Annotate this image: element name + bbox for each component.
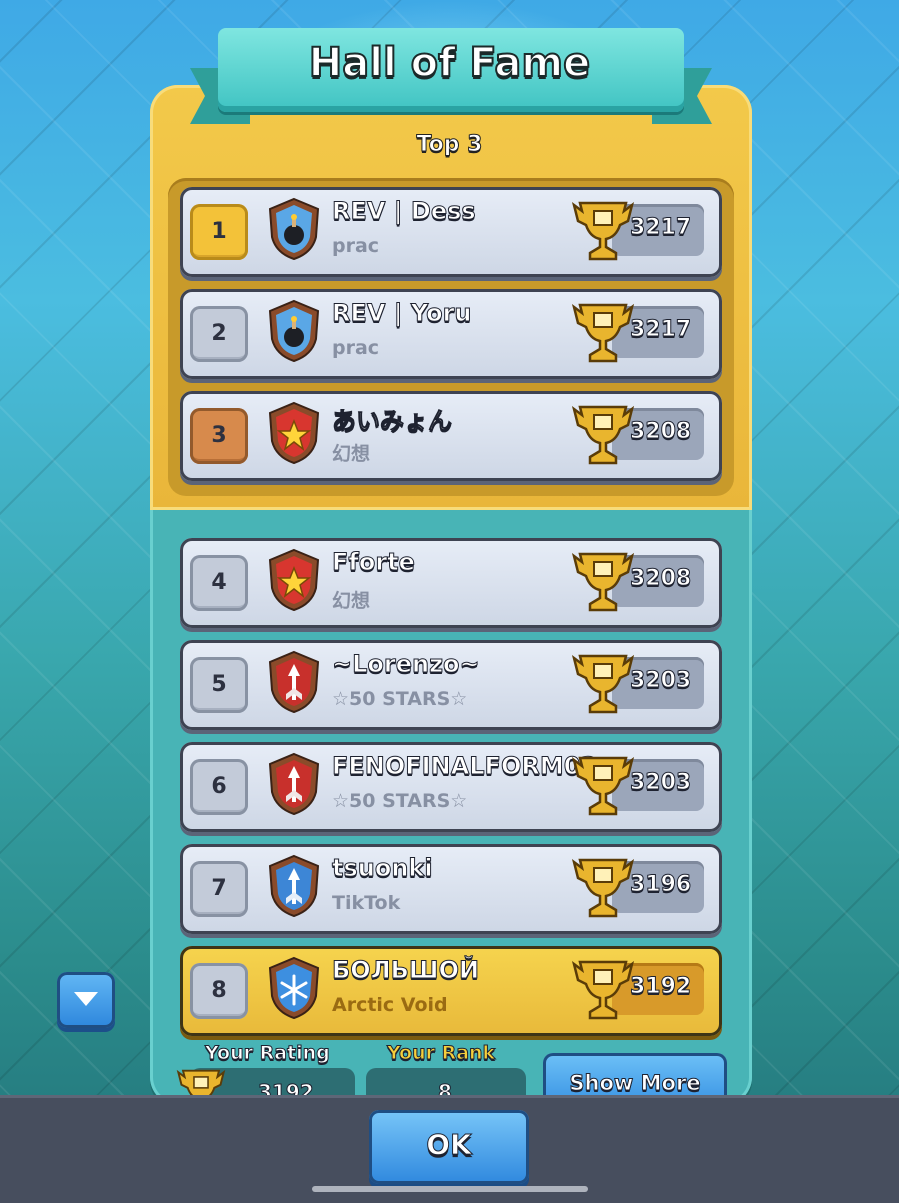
bomb-shield-icon <box>268 299 320 363</box>
chevron-down-icon <box>74 992 98 1006</box>
blue-arrow-shield-icon <box>268 854 320 918</box>
player-name: ~Lorenzo~ <box>332 650 481 679</box>
star-shield-icon <box>268 548 320 612</box>
trophy-icon <box>572 201 634 261</box>
player-name: あいみょん <box>332 407 453 436</box>
leaderboard-row-7[interactable]: 7 tsuonki TikTok 3196 <box>180 844 722 934</box>
trophy-count: 3196 <box>629 872 692 898</box>
leaderboard-row-2[interactable]: 2 REV | Yoru prac 3217 <box>180 289 722 379</box>
player-name: REV | Yoru <box>332 299 473 328</box>
bomb-shield-icon <box>268 197 320 261</box>
trophy-count: 3203 <box>629 668 692 694</box>
show-more-label: Show More <box>569 1071 701 1096</box>
rank-badge: 8 <box>190 963 248 1019</box>
trophy-icon <box>572 858 634 918</box>
rank-badge: 6 <box>190 759 248 815</box>
leaderboard-row-3[interactable]: 3 あいみょん 幻想 3208 <box>180 391 722 481</box>
trophy-icon <box>572 654 634 714</box>
player-name: FENOFINALFORM03 <box>331 752 598 781</box>
rank-badge: 1 <box>190 204 248 260</box>
trophy-count: 3217 <box>629 215 692 241</box>
trophy-count: 3208 <box>629 566 692 592</box>
player-name: tsuonki <box>332 854 434 883</box>
arrow-shield-icon <box>268 650 320 714</box>
clan-name: prac <box>332 235 380 257</box>
trophy-icon <box>572 303 634 363</box>
clan-name: ☆50 STARS☆ <box>332 790 468 812</box>
leaderboard-row-5[interactable]: 5 ~Lorenzo~ ☆50 STARS☆ 3203 <box>180 640 722 730</box>
trophy-icon <box>572 552 634 612</box>
star-shield-icon <box>268 401 320 465</box>
leaderboard-row-6[interactable]: 6 FENOFINALFORM03 ☆50 STARS☆ 3203 <box>180 742 722 832</box>
rank-badge: 2 <box>190 306 248 362</box>
ok-label: OK <box>426 1128 473 1162</box>
rank-badge: 3 <box>190 408 248 464</box>
trophy-icon <box>572 756 634 816</box>
snowflake-shield-icon <box>268 956 320 1020</box>
ok-button[interactable]: OK <box>369 1110 529 1184</box>
arrow-shield-icon <box>268 752 320 816</box>
trophy-count: 3217 <box>629 317 692 343</box>
player-name: Fforte <box>332 548 416 577</box>
leaderboard-row-8-self[interactable]: 8 БОЛЬШОЙ Arctic Void 3192 <box>180 946 722 1036</box>
player-name: БОЛЬШОЙ <box>331 956 480 985</box>
clan-name: 幻想 <box>332 590 371 612</box>
trophy-count: 3192 <box>629 974 692 1000</box>
trophy-count: 3203 <box>629 770 692 796</box>
clan-name: prac <box>332 337 380 359</box>
page-title: Hall of Fame <box>308 39 591 87</box>
leaderboard-row-1[interactable]: 1 REV | Dess prac 3217 <box>180 187 722 277</box>
rank-badge: 5 <box>190 657 248 713</box>
your-rank-label: Your Rank <box>386 1042 496 1065</box>
clan-name: TikTok <box>332 892 401 914</box>
home-indicator <box>312 1186 588 1192</box>
clan-name: Arctic Void <box>332 994 448 1016</box>
clan-name: 幻想 <box>332 443 371 465</box>
rank-badge: 4 <box>190 555 248 611</box>
trophy-icon <box>572 405 634 465</box>
player-name: REV | Dess <box>332 197 477 226</box>
leaderboard-row-4[interactable]: 4 Fforte 幻想 3208 <box>180 538 722 628</box>
clan-name: ☆50 STARS☆ <box>332 688 468 710</box>
scroll-down-button[interactable] <box>57 972 115 1028</box>
your-rating-label: Your Rating <box>205 1042 331 1065</box>
rank-badge: 7 <box>190 861 248 917</box>
top3-subtitle: Top 3 <box>416 132 483 158</box>
trophy-icon <box>572 960 634 1020</box>
trophy-count: 3208 <box>629 419 692 445</box>
